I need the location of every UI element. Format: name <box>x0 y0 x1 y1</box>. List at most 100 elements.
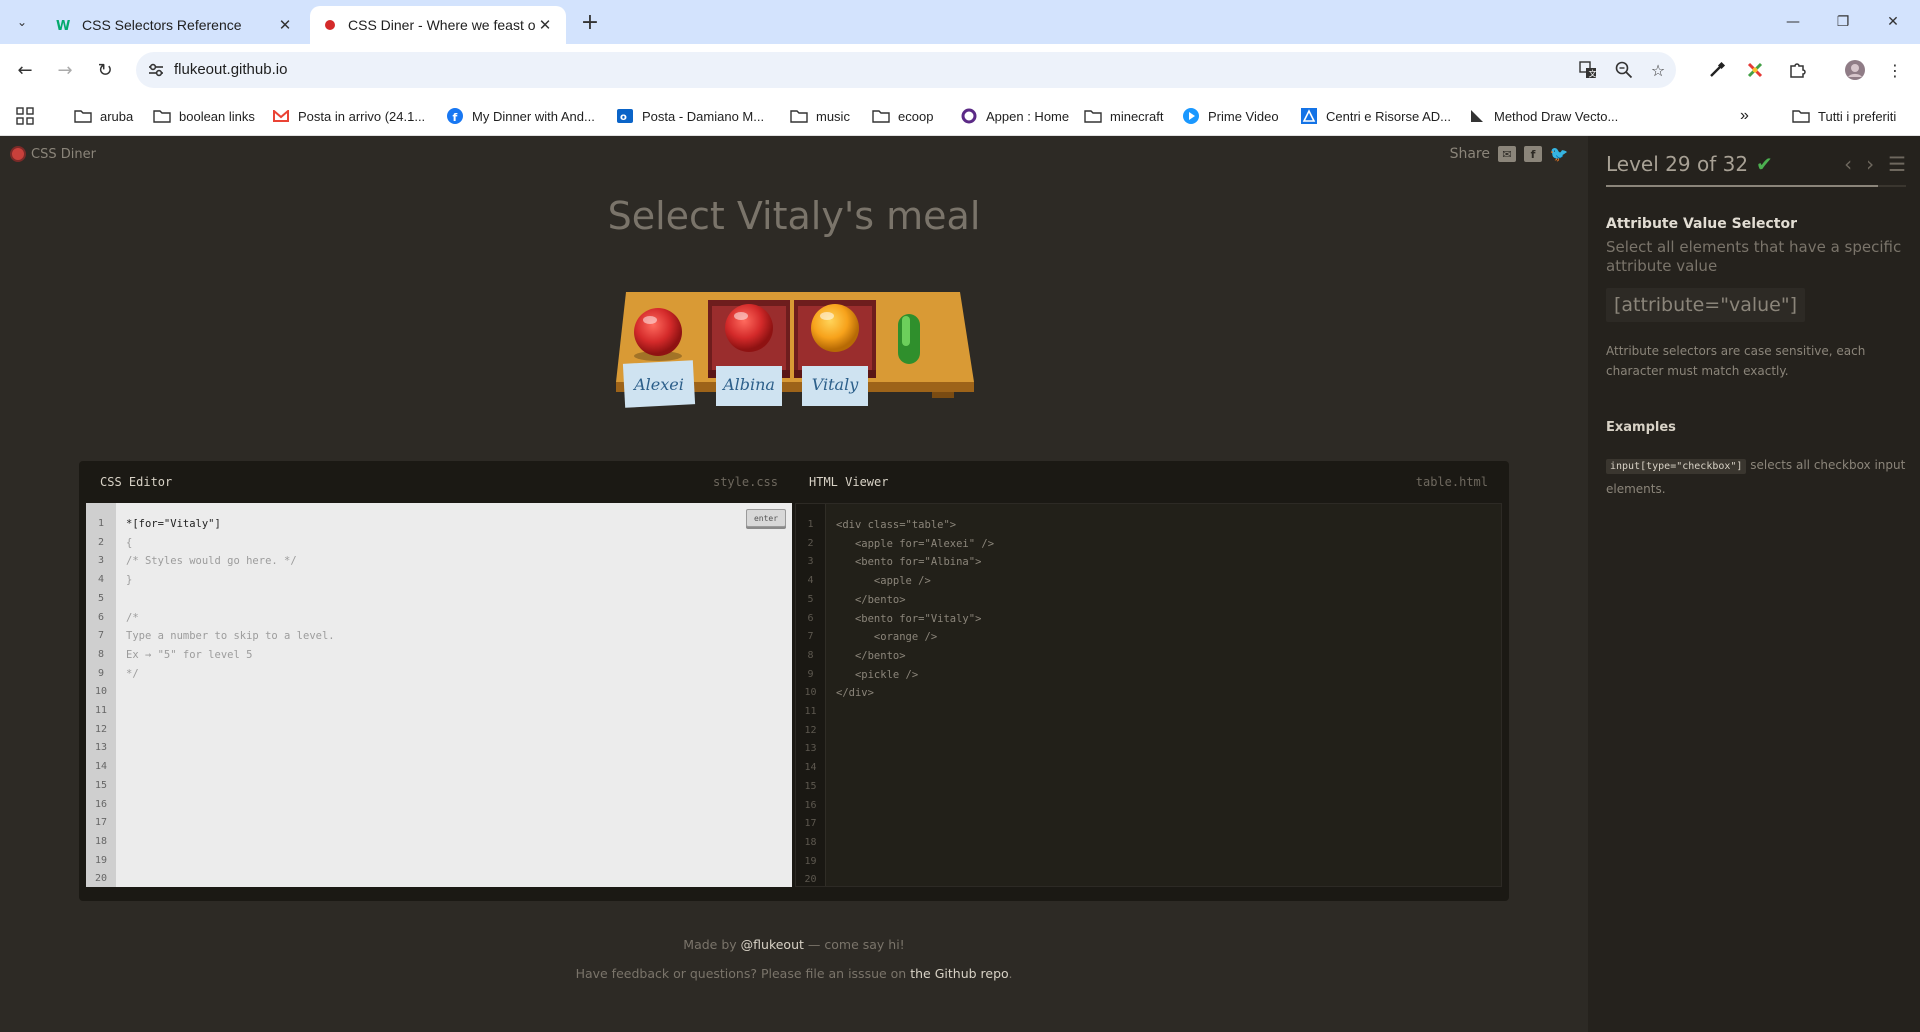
previous-level-icon[interactable]: ‹ <box>1844 152 1852 176</box>
bookmark-label: Centri e Risorse AD... <box>1326 108 1451 124</box>
all-bookmarks-folder[interactable]: Tutti i preferiti <box>1792 106 1896 126</box>
line-number: 11 <box>94 705 108 717</box>
bookmark-label: Posta in arrivo (24.1... <box>298 108 426 124</box>
extensions-puzzle-icon[interactable] <box>1784 57 1810 83</box>
share-bar: Share ✉ f 🐦 <box>1450 145 1569 163</box>
bookmark-item[interactable]: Prime Video <box>1182 106 1279 126</box>
footer-text: . <box>1008 966 1013 981</box>
profile-avatar[interactable] <box>1842 57 1868 83</box>
bookmark-label: aruba <box>100 108 134 124</box>
translate-icon[interactable]: 文 <box>1576 58 1600 82</box>
selector-hint: Attribute selectors are case sensitive, … <box>1606 344 1866 378</box>
twitter-share-icon[interactable]: 🐦 <box>1550 145 1569 163</box>
colorful-extension-icon[interactable] <box>1742 57 1768 83</box>
tab-strip: ⌄ W CSS Selectors Reference ✕ CSS Diner … <box>0 0 1920 44</box>
bookmark-item[interactable]: boolean links <box>153 106 255 126</box>
github-repo-link[interactable]: the Github repo <box>910 966 1008 981</box>
css-editor-title: CSS Editor <box>100 475 173 489</box>
html-code-line[interactable]: <bento for="Vitaly"> <box>836 610 994 629</box>
reload-icon: ↻ <box>97 59 113 81</box>
forward-button[interactable]: → <box>52 57 78 83</box>
close-tab-icon[interactable]: ✕ <box>536 16 554 34</box>
facebook-share-icon[interactable]: f <box>1524 146 1542 162</box>
line-number: 19 <box>94 854 108 866</box>
browser-toolbar: ← → ↻ flukeout.github.io 文 ☆ ⋮ <box>0 44 1920 96</box>
html-viewer-header: HTML Viewer table.html <box>795 461 1502 503</box>
css-code-line: /* <box>126 611 139 624</box>
line-number: 6 <box>807 612 814 624</box>
next-level-icon[interactable]: › <box>1866 152 1874 176</box>
line-number: 6 <box>97 611 105 623</box>
flukeout-link[interactable]: @flukeout <box>741 937 804 952</box>
eyedropper-extension-icon[interactable] <box>1704 57 1730 83</box>
css-editor-pane: 1 2 3 4 5 6 7 8 9 10 11 12 13 14 15 16 17 18 19 20 *[for="V… <box>86 503 792 887</box>
tab-css-selectors-reference[interactable]: W CSS Selectors Reference ✕ <box>44 6 306 44</box>
line-number: 8 <box>807 649 814 661</box>
html-code-line[interactable]: </bento> <box>836 647 994 666</box>
level-progress-bar <box>1606 185 1906 187</box>
checkmark-icon: ✔ <box>1756 152 1773 176</box>
level-menu-icon[interactable]: ☰ <box>1888 152 1906 176</box>
html-code-line[interactable]: <apple for="Alexei" /> <box>836 535 994 554</box>
minimize-button[interactable]: — <box>1770 8 1816 36</box>
bookmark-item[interactable]: Appen : Home <box>960 106 1069 126</box>
name-tag-label: Albina <box>721 375 775 394</box>
line-number: 13 <box>804 743 817 755</box>
html-code-line[interactable]: <apple /> <box>836 572 994 591</box>
reload-button[interactable]: ↻ <box>92 57 118 83</box>
site-info-icon[interactable] <box>144 58 168 82</box>
close-window-button[interactable]: ✕ <box>1870 8 1916 36</box>
browser-menu-icon[interactable]: ⋮ <box>1882 57 1908 83</box>
back-button[interactable]: ← <box>12 57 38 83</box>
bookmark-item[interactable]: Posta in arrivo (24.1... <box>272 106 425 126</box>
url-text: flukeout.github.io <box>174 61 288 78</box>
bookmark-item[interactable]: ecoop <box>872 106 933 126</box>
zoom-icon[interactable] <box>1612 58 1636 82</box>
apps-grid-icon[interactable] <box>16 106 34 126</box>
tab-css-diner[interactable]: CSS Diner - Where we feast on ✕ <box>310 6 566 44</box>
line-number: 11 <box>804 706 817 718</box>
new-tab-button[interactable]: + <box>578 10 602 35</box>
bookmark-item[interactable]: o Posta - Damiano M... <box>616 106 764 126</box>
css-diner-logo[interactable]: CSS Diner <box>10 146 96 162</box>
selector-name: Attribute Value Selector <box>1606 216 1798 232</box>
html-code-line[interactable]: </bento> <box>836 591 994 610</box>
pickle <box>898 314 920 364</box>
bookmark-item[interactable]: f My Dinner with And... <box>446 106 595 126</box>
line-number: 14 <box>804 762 817 774</box>
html-code-line[interactable]: </div> <box>836 684 994 703</box>
tab-search-button[interactable]: ⌄ <box>10 10 34 34</box>
line-number: 20 <box>804 874 817 886</box>
bookmark-label: Method Draw Vecto... <box>1494 108 1619 124</box>
line-number: 3 <box>807 556 814 568</box>
line-number: 5 <box>97 592 105 604</box>
star-bookmark-icon[interactable]: ☆ <box>1646 58 1670 82</box>
bookmark-item[interactable]: Centri e Risorse AD... <box>1300 106 1451 126</box>
bookmark-item[interactable]: aruba <box>74 106 133 126</box>
line-number: 15 <box>94 779 108 791</box>
folder-icon <box>1084 108 1102 124</box>
table-leg <box>932 392 954 398</box>
bookmark-item[interactable]: minecraft <box>1084 106 1163 126</box>
orange-vitaly <box>811 304 859 352</box>
html-code-line[interactable]: <pickle /> <box>836 666 994 685</box>
line-number: 19 <box>804 855 817 867</box>
selector-input[interactable]: *[for="Vitaly"] <box>126 515 335 534</box>
email-share-icon[interactable]: ✉ <box>1498 146 1516 162</box>
more-bookmarks-icon[interactable]: » <box>1740 106 1749 126</box>
code-editor: CSS Editor style.css HTML Viewer table.h… <box>79 461 1509 901</box>
restore-button[interactable]: ❐ <box>1820 8 1866 36</box>
html-code-line[interactable]: <div class="table"> <box>836 516 994 535</box>
close-tab-icon[interactable]: ✕ <box>276 16 294 34</box>
address-bar[interactable]: flukeout.github.io 文 ☆ <box>136 52 1676 88</box>
bookmark-item[interactable]: Method Draw Vecto... <box>1468 106 1618 126</box>
line-number: 1 <box>807 519 814 530</box>
selector-description: Select all elements that have a specific… <box>1606 238 1902 275</box>
html-code-line[interactable]: <bento for="Albina"> <box>836 553 994 572</box>
line-number: 12 <box>94 723 108 735</box>
html-code-line[interactable]: <orange /> <box>836 628 994 647</box>
css-code-line: Ex → "5" for level 5 <box>126 648 253 661</box>
bookmark-item[interactable]: music <box>790 106 850 126</box>
name-tag-label: Vitaly <box>812 375 859 394</box>
enter-button[interactable]: enter <box>746 509 786 527</box>
